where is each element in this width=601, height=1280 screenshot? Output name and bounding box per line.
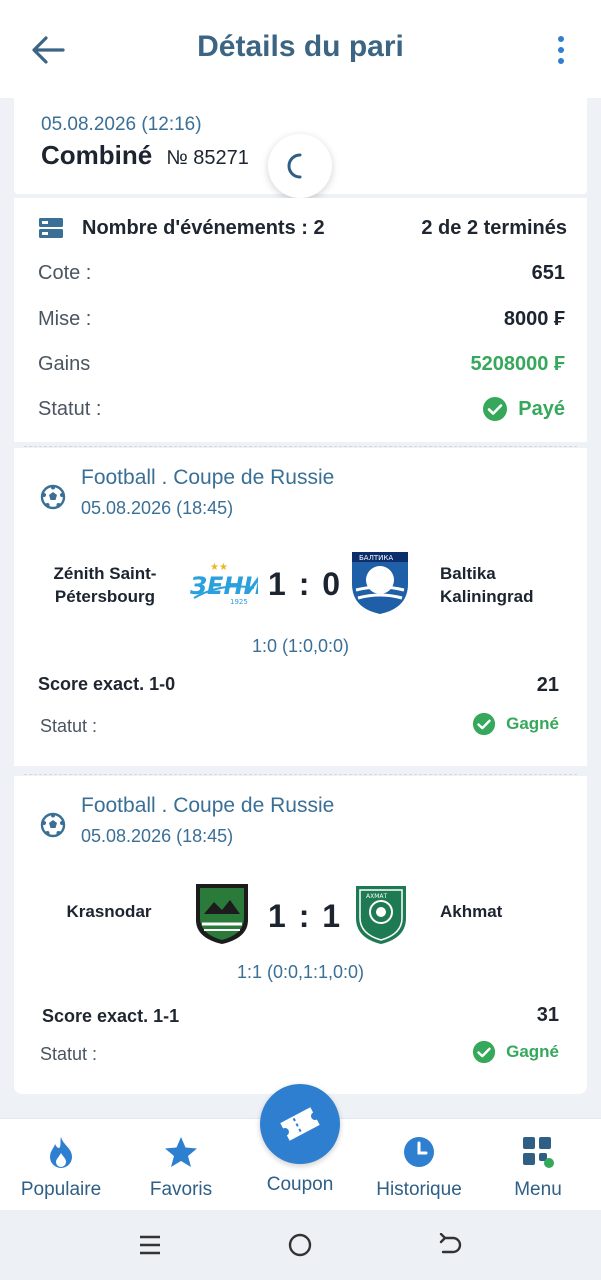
status-row: Statut : Payé bbox=[38, 394, 565, 424]
nav-history-label: Historique bbox=[376, 1179, 462, 1200]
status-value: Payé bbox=[518, 397, 565, 420]
menu-lines-icon bbox=[140, 1235, 160, 1255]
stake-label: Mise : bbox=[38, 307, 92, 330]
page-title: Détails du pari bbox=[197, 30, 404, 63]
bet-summary-card: Nombre d'événements : 2 2 de 2 terminés … bbox=[14, 198, 587, 442]
clock-icon bbox=[404, 1137, 434, 1167]
home-team-name: Zénith Saint- Pétersbourg bbox=[53, 564, 157, 606]
finished-count-label: 2 de 2 terminés bbox=[421, 216, 567, 239]
divider bbox=[24, 446, 577, 447]
event-datetime: 05.08.2026 (18:45) bbox=[81, 498, 234, 518]
krasnodar-logo bbox=[196, 884, 248, 944]
nav-menu[interactable]: Menu bbox=[483, 1133, 593, 1201]
away-team-name: Baltika Kaliningrad bbox=[440, 564, 534, 606]
stake-value: 8000 ₣ bbox=[503, 307, 565, 330]
event-league: Football . Coupe de Russie bbox=[81, 466, 335, 489]
back-arrow-icon bbox=[439, 1233, 462, 1254]
home-button[interactable] bbox=[280, 1228, 320, 1262]
svg-text:БАЛТИКА: БАЛТИКА bbox=[359, 554, 393, 562]
winnings-row: Gains 5208000 ₣ bbox=[38, 349, 565, 379]
event-status-label: Statut : bbox=[40, 1044, 98, 1064]
svg-text:1925: 1925 bbox=[230, 598, 248, 606]
check-circle-icon bbox=[483, 397, 508, 421]
event-card[interactable]: Football . Coupe de Russie 05.08.2026 (1… bbox=[14, 448, 587, 766]
odds-label: Cote : bbox=[38, 261, 92, 284]
event-card[interactable]: Football . Coupe de Russie 05.08.2026 (1… bbox=[14, 776, 587, 1094]
recent-apps-button[interactable] bbox=[130, 1228, 170, 1262]
nav-favorites[interactable]: Favoris bbox=[126, 1133, 236, 1201]
detail-score: 1:0 (1:0,0:0) bbox=[251, 636, 350, 656]
app-header: Détails du pari bbox=[0, 0, 601, 98]
football-icon bbox=[40, 484, 66, 510]
circle-home-icon bbox=[288, 1233, 312, 1257]
event-odd: 31 bbox=[536, 1004, 559, 1026]
bet-type: Combiné bbox=[41, 140, 153, 170]
flame-icon bbox=[50, 1137, 72, 1168]
nav-popular[interactable]: Populaire bbox=[6, 1133, 116, 1201]
status-badge: Payé bbox=[482, 396, 565, 422]
odds-row: Cote : 651 bbox=[38, 258, 565, 288]
svg-text:АХМАТ: АХМАТ bbox=[366, 893, 387, 900]
status-label: Statut : bbox=[38, 397, 102, 420]
event-league: Football . Coupe de Russie bbox=[81, 794, 335, 817]
system-back-button[interactable] bbox=[430, 1228, 470, 1262]
event-status-value: Gagné bbox=[506, 714, 559, 733]
bet-datetime: 05.08.2026 (12:16) bbox=[41, 114, 202, 135]
check-circle-icon bbox=[473, 1040, 496, 1064]
event-status-badge: Gagné bbox=[472, 712, 559, 736]
winnings-label: Gains bbox=[38, 352, 91, 375]
event-score: 1 : 0 bbox=[268, 566, 343, 602]
event-status-badge: Gagné bbox=[472, 1040, 559, 1064]
nav-menu-label: Menu bbox=[514, 1179, 562, 1200]
more-options-button[interactable] bbox=[547, 30, 575, 70]
events-list-icon bbox=[39, 218, 63, 238]
home-team-name: Krasnodar bbox=[66, 902, 152, 921]
nav-history[interactable]: Historique bbox=[364, 1133, 474, 1201]
event-odd: 21 bbox=[536, 674, 559, 696]
winnings-value: 5208000 ₣ bbox=[470, 352, 565, 375]
akhmat-logo: АХМАТ bbox=[356, 886, 406, 944]
football-icon bbox=[40, 812, 66, 838]
bet-market: Score exact. 1-1 bbox=[42, 1006, 180, 1026]
stake-row: Mise : 8000 ₣ bbox=[38, 304, 565, 334]
bet-market: Score exact. 1-0 bbox=[38, 674, 176, 694]
events-count-row: Nombre d'événements : 2 2 de 2 terminés bbox=[38, 212, 567, 244]
baltika-logo: БАЛТИКА bbox=[352, 552, 408, 614]
loading-spinner bbox=[268, 134, 332, 198]
events-count-label: Nombre d'événements : 2 bbox=[82, 216, 325, 239]
bet-details-content[interactable]: 05.08.2026 (12:16) Combiné № 8527107 Nom… bbox=[0, 98, 601, 1118]
system-navigation-bar bbox=[0, 1210, 601, 1280]
event-status-value: Gagné bbox=[506, 1042, 559, 1061]
nav-favorites-label: Favoris bbox=[149, 1179, 213, 1200]
coupon-button[interactable] bbox=[260, 1084, 340, 1164]
detail-score: 1:1 (0:0,1:1,0:0) bbox=[236, 962, 365, 982]
ticket-icon bbox=[280, 1107, 320, 1141]
grid-icon bbox=[523, 1137, 554, 1168]
more-vertical-icon bbox=[558, 36, 564, 42]
divider bbox=[24, 774, 577, 775]
coupon-label[interactable]: Coupon bbox=[245, 1174, 355, 1196]
away-team-name: Akhmat bbox=[440, 902, 503, 921]
nav-popular-label: Populaire bbox=[20, 1179, 102, 1200]
event-score: 1 : 1 bbox=[268, 898, 343, 934]
event-status-label: Statut : bbox=[40, 716, 98, 736]
spinner-icon bbox=[287, 153, 302, 179]
odds-value: 651 bbox=[531, 261, 565, 284]
zenit-logo: ★★ ЗЕНИТ 1925 bbox=[189, 562, 258, 606]
star-icon bbox=[165, 1137, 197, 1167]
event-datetime: 05.08.2026 (18:45) bbox=[81, 826, 234, 846]
check-circle-icon bbox=[473, 712, 496, 736]
